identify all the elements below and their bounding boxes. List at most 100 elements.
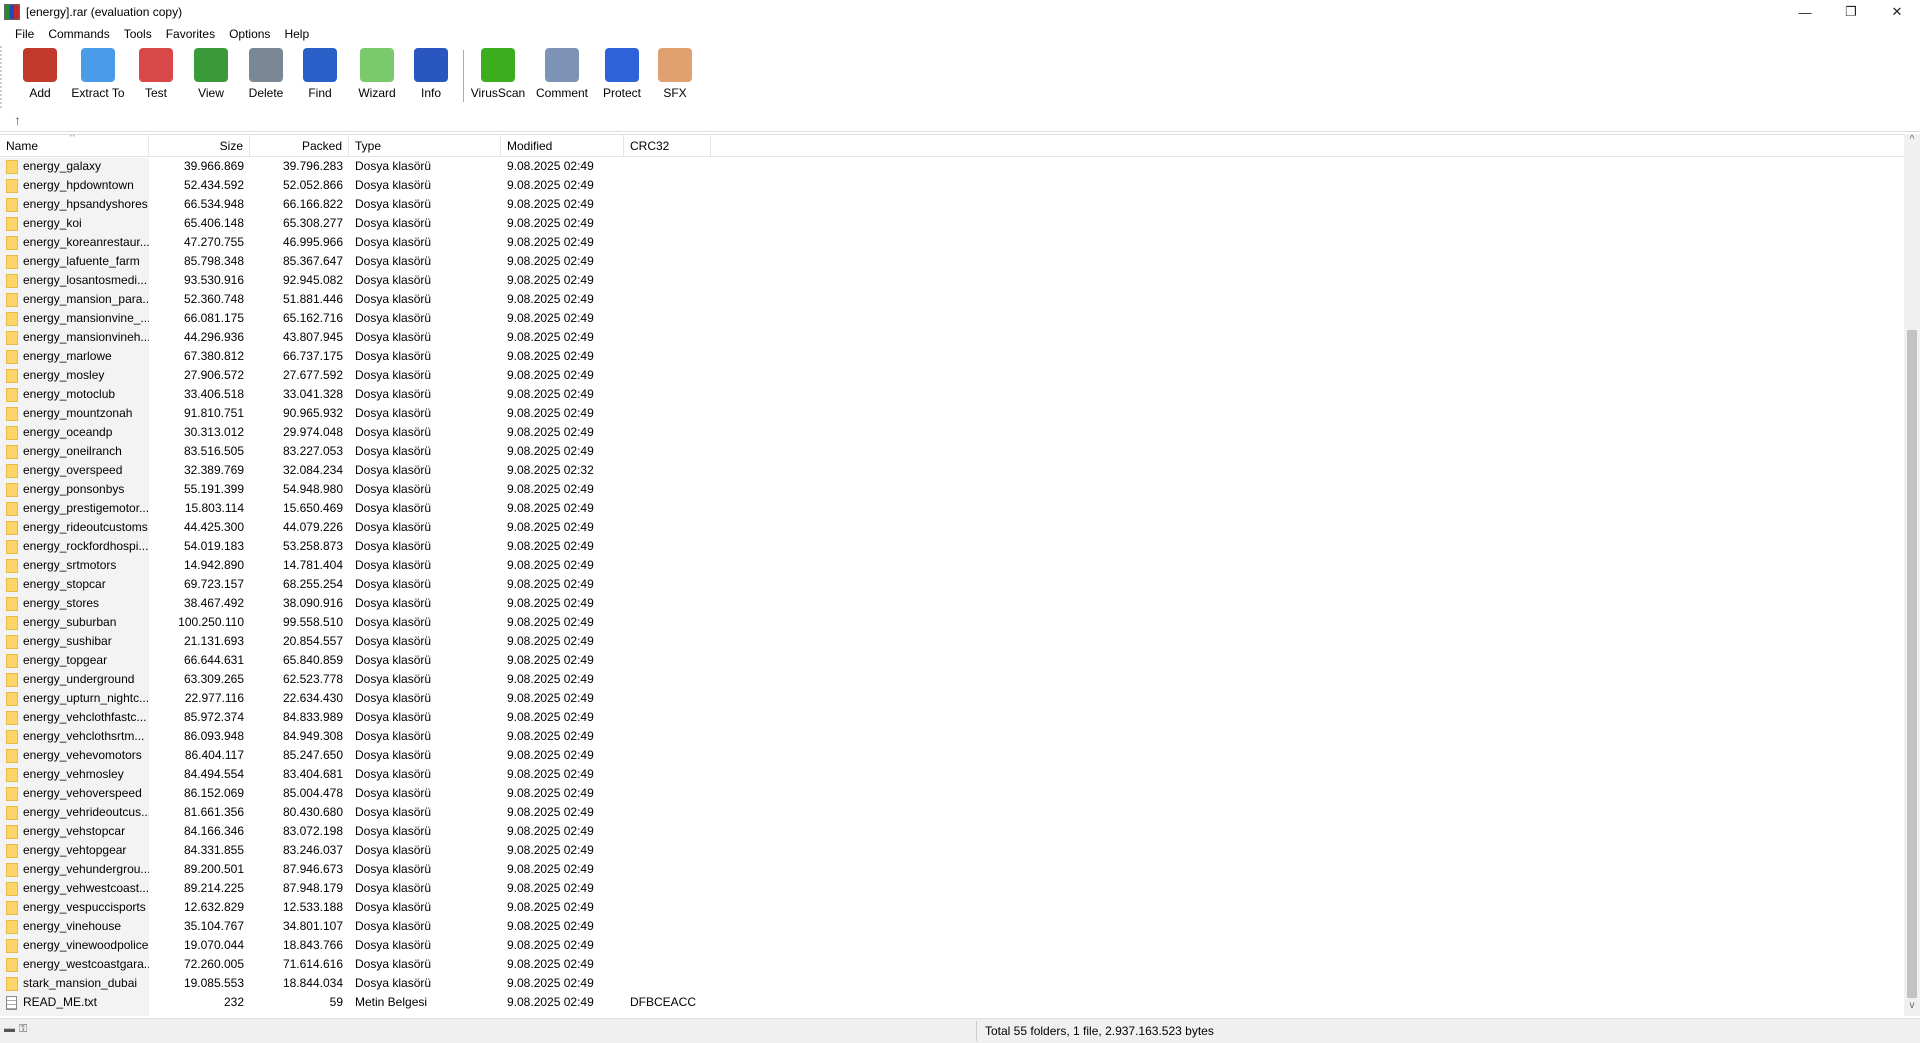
cell-packed: 15.650.469	[282, 501, 343, 515]
table-row[interactable]: energy_mansion_para... 52.360.748 51.881.4…	[0, 290, 1904, 309]
cell-packed: 80.430.680	[282, 805, 343, 819]
table-row[interactable]: energy_hpdowntown 52.434.592 52.052.866 Dos…	[0, 176, 1904, 195]
up-folder-icon[interactable]: ↑	[14, 112, 21, 128]
table-row[interactable]: energy_srtmotors 14.942.890 14.781.404 Dosy…	[0, 556, 1904, 575]
table-row[interactable]: energy_motoclub 33.406.518 33.041.328 Dosya…	[0, 385, 1904, 404]
table-row[interactable]: energy_suburban 100.250.110 99.558.510 Dosy…	[0, 613, 1904, 632]
table-row[interactable]: energy_vespuccisports 12.632.829 12.533.18…	[0, 898, 1904, 917]
toolbar-separator	[463, 50, 464, 102]
table-row[interactable]: energy_vehwestcoast... 89.214.225 87.948.1…	[0, 879, 1904, 898]
cell-type: Dosya klasörü	[355, 653, 432, 667]
restore-button[interactable]: ❐	[1828, 0, 1874, 24]
table-row[interactable]: energy_upturn_nightc... 22.977.116 22.634.…	[0, 689, 1904, 708]
toolbar-add-button[interactable]: Add	[12, 48, 68, 100]
column-header-crc32[interactable]: CRC32	[624, 135, 711, 157]
cell-type: Dosya klasörü	[355, 919, 432, 933]
toolbar-delete-button[interactable]: Delete	[238, 48, 294, 100]
column-header-modified[interactable]: Modified	[501, 135, 624, 157]
key-icon[interactable]: ⚿	[19, 1023, 27, 1036]
table-row[interactable]: energy_vehevomotors 86.404.117 85.247.650 D…	[0, 746, 1904, 765]
table-row[interactable]: energy_vehstopcar 84.166.346 83.072.198 Dos…	[0, 822, 1904, 841]
toolbar-protect-button[interactable]: Protect	[594, 48, 650, 100]
table-row[interactable]: energy_vehclothfastc... 85.972.374 84.833.…	[0, 708, 1904, 727]
cell-modified: 9.08.2025 02:49	[507, 425, 594, 439]
drive-icon[interactable]: ▬	[4, 1023, 15, 1036]
table-row[interactable]: energy_rideoutcustoms 44.425.300 44.079.22…	[0, 518, 1904, 537]
scroll-up-icon[interactable]: ^	[1904, 134, 1920, 150]
toolbar-virusscan-button[interactable]: VirusScan	[470, 48, 526, 100]
folder-icon	[6, 368, 18, 383]
table-row[interactable]: READ_ME.txt 232 59 Metin Belgesi 9.08.2025 0…	[0, 993, 1904, 1012]
cell-name: energy_lafuente_farm	[0, 252, 149, 271]
table-row[interactable]: energy_mansionvineh... 44.296.936 43.807.9…	[0, 328, 1904, 347]
toolbar-view-button[interactable]: View	[183, 48, 239, 100]
close-button[interactable]: ✕	[1874, 0, 1920, 24]
menu-file[interactable]: File	[8, 27, 41, 41]
table-row[interactable]: energy_vehoverspeed 86.152.069 85.004.478 D…	[0, 784, 1904, 803]
table-row[interactable]: energy_vehmosley 84.494.554 83.404.681 Dosy…	[0, 765, 1904, 784]
table-row[interactable]: energy_ponsonbys 55.191.399 54.948.980 Dosy…	[0, 480, 1904, 499]
table-row[interactable]: energy_stopcar 69.723.157 68.255.254 Dosya …	[0, 575, 1904, 594]
table-row[interactable]: energy_stores 38.467.492 38.090.916 Dosya k…	[0, 594, 1904, 613]
table-row[interactable]: energy_lafuente_farm 85.798.348 85.367.647…	[0, 252, 1904, 271]
table-row[interactable]: energy_marlowe 67.380.812 66.737.175 Dosya …	[0, 347, 1904, 366]
table-row[interactable]: energy_westcoastgara... 72.260.005 71.614.…	[0, 955, 1904, 974]
table-row[interactable]: energy_vehtopgear 84.331.855 83.246.037 Dos…	[0, 841, 1904, 860]
column-header-packed[interactable]: Packed	[250, 135, 349, 157]
folder-icon	[6, 672, 18, 687]
column-header-name[interactable]: ^ Name	[0, 135, 149, 157]
table-row[interactable]: energy_vehclothsrtm... 86.093.948 84.949.3…	[0, 727, 1904, 746]
file-name: energy_suburban	[23, 615, 117, 629]
table-row[interactable]: energy_vehrideoutcus... 81.661.356 80.430.…	[0, 803, 1904, 822]
table-row[interactable]: energy_losantosmedi... 93.530.916 92.945.0…	[0, 271, 1904, 290]
folder-icon	[6, 311, 18, 326]
folder-icon	[6, 159, 18, 174]
column-header-type[interactable]: Type	[349, 135, 501, 157]
table-row[interactable]: energy_topgear 66.644.631 65.840.859 Dosya …	[0, 651, 1904, 670]
menu-help[interactable]: Help	[277, 27, 316, 41]
table-row[interactable]: energy_vinehouse 35.104.767 34.801.107 Dosy…	[0, 917, 1904, 936]
table-row[interactable]: energy_vehundergrou... 89.200.501 87.946.6…	[0, 860, 1904, 879]
menu-commands[interactable]: Commands	[41, 27, 116, 41]
vertical-scrollbar[interactable]: ^ v	[1904, 134, 1920, 1016]
cell-modified: 9.08.2025 02:49	[507, 197, 594, 211]
cell-type: Dosya klasörü	[355, 444, 432, 458]
table-row[interactable]: energy_rockfordhospi... 54.019.183 53.258.…	[0, 537, 1904, 556]
cell-type: Dosya klasörü	[355, 520, 432, 534]
toolbar-wizard-button[interactable]: Wizard	[349, 48, 405, 100]
table-row[interactable]: energy_mountzonah 91.810.751 90.965.932 Dos…	[0, 404, 1904, 423]
scroll-down-icon[interactable]: v	[1904, 1000, 1920, 1016]
table-row[interactable]: energy_hpsandyshores 66.534.948 66.166.822…	[0, 195, 1904, 214]
table-row[interactable]: energy_sushibar 21.131.693 20.854.557 Dosya…	[0, 632, 1904, 651]
cell-modified: 9.08.2025 02:49	[507, 159, 594, 173]
toolbar-test-button[interactable]: Test	[128, 48, 184, 100]
table-row[interactable]: stark_mansion_dubai 19.085.553 18.844.034 D…	[0, 974, 1904, 993]
column-header-size[interactable]: Size	[149, 135, 250, 157]
table-row[interactable]: energy_mosley 27.906.572 27.677.592 Dosya k…	[0, 366, 1904, 385]
table-row[interactable]: energy_galaxy 39.966.869 39.796.283 Dosya k…	[0, 157, 1904, 176]
scrollbar-thumb[interactable]	[1907, 330, 1917, 998]
table-row[interactable]: energy_underground 63.309.265 62.523.778 Do…	[0, 670, 1904, 689]
menu-tools[interactable]: Tools	[117, 27, 159, 41]
toolbar-label: VirusScan	[470, 86, 526, 100]
table-row[interactable]: energy_vinewoodpolice 19.070.044 18.843.76…	[0, 936, 1904, 955]
menu-favorites[interactable]: Favorites	[159, 27, 222, 41]
toolbar-find-button[interactable]: Find	[292, 48, 348, 100]
toolbar-info-button[interactable]: Info	[403, 48, 459, 100]
cell-size: 47.270.755	[183, 235, 244, 249]
minimize-button[interactable]: —	[1782, 0, 1828, 24]
table-row[interactable]: energy_oceandp 30.313.012 29.974.048 Dosya …	[0, 423, 1904, 442]
toolbar-extract-to-button[interactable]: Extract To	[70, 48, 126, 100]
cell-type: Dosya klasörü	[355, 672, 432, 686]
table-row[interactable]: energy_oneilranch 83.516.505 83.227.053 Dos…	[0, 442, 1904, 461]
toolbar-comment-button[interactable]: Comment	[534, 48, 590, 100]
cell-packed: 27.677.592	[282, 368, 343, 382]
table-row[interactable]: energy_overspeed 32.389.769 32.084.234 Dosy…	[0, 461, 1904, 480]
menu-options[interactable]: Options	[222, 27, 277, 41]
table-row[interactable]: energy_koreanrestaur... 47.270.755 46.995.…	[0, 233, 1904, 252]
table-row[interactable]: energy_prestigemotor... 15.803.114 15.650.…	[0, 499, 1904, 518]
table-row[interactable]: energy_mansionvine_... 66.081.175 65.162.7…	[0, 309, 1904, 328]
table-row[interactable]: energy_koi 65.406.148 65.308.277 Dosya klas…	[0, 214, 1904, 233]
cell-size: 15.803.114	[184, 501, 244, 515]
toolbar-sfx-button[interactable]: SFX	[647, 48, 703, 100]
